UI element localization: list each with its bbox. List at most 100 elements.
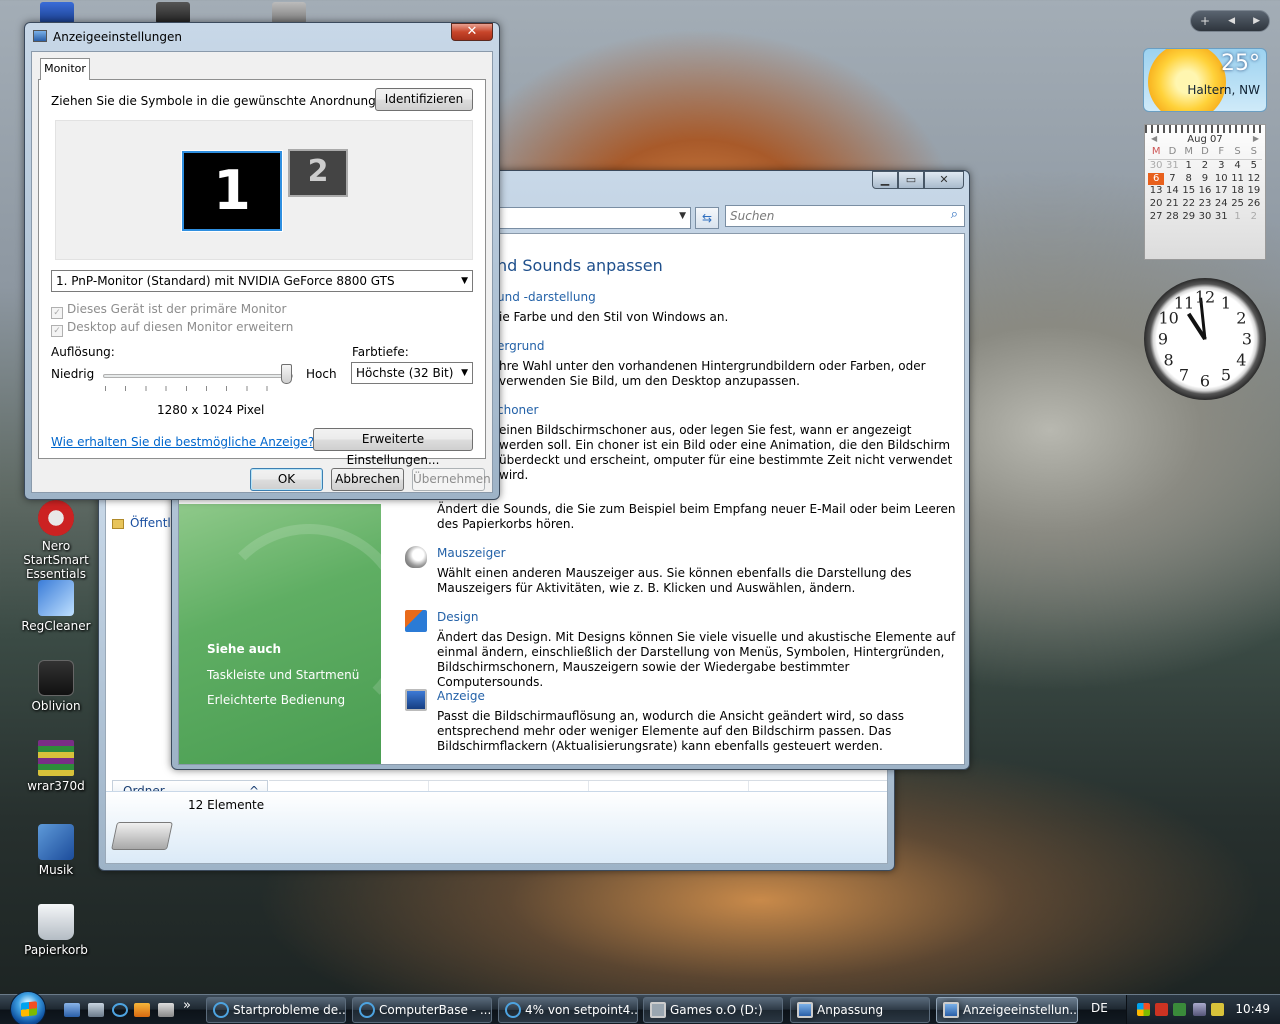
link-background[interactable]: ergrund <box>497 339 544 353</box>
calendar-day[interactable]: 30 <box>1148 160 1164 173</box>
next-gadget-page-button[interactable]: ▶ <box>1253 16 1260 26</box>
monitor-2-icon[interactable]: 2 <box>288 149 348 197</box>
search-input[interactable]: Suchen ⌕ <box>725 205 965 227</box>
calendar-day[interactable]: 3 <box>1213 160 1229 173</box>
link-color-appearance[interactable]: und -darstellung <box>497 290 596 304</box>
desktop-icon-game[interactable] <box>156 2 190 24</box>
taskbar-button[interactable]: Anpassung <box>790 997 930 1023</box>
show-desktop-icon[interactable] <box>64 1003 80 1017</box>
quicklaunch-more-icon[interactable]: » <box>183 998 191 1013</box>
taskbar-button[interactable]: Startprobleme de... <box>206 997 346 1023</box>
calendar-day[interactable]: 9 <box>1197 173 1213 186</box>
calendar-day[interactable]: 18 <box>1229 185 1245 198</box>
calendar-day[interactable]: 1 <box>1229 211 1245 224</box>
calendar-day[interactable]: 17 <box>1213 185 1229 198</box>
calendar-day[interactable]: 25 <box>1229 198 1245 211</box>
resolution-slider-track[interactable] <box>103 374 293 378</box>
calendar-day[interactable]: 26 <box>1246 198 1262 211</box>
desktop-icon-program[interactable] <box>272 2 306 24</box>
tray-network-icon[interactable] <box>1173 1003 1186 1016</box>
calendar-next-button[interactable]: ▶ <box>1253 134 1259 145</box>
desktop-icon-musik[interactable]: Musik <box>10 824 102 877</box>
calendar-gadget[interactable]: ◀ Aug 07 ▶ M D M D F S S 30 31 1 2 3 4 5 6 7 8 9 10 11 12 13 1… <box>1144 124 1266 260</box>
calendar-day[interactable]: 31 <box>1213 211 1229 224</box>
calendar-day[interactable]: 2 <box>1246 211 1262 224</box>
calendar-day[interactable]: 10 <box>1213 173 1229 186</box>
taskbar-button[interactable]: 4% von setpoint4... <box>498 997 638 1023</box>
maximize-button[interactable]: ▭ <box>898 171 924 189</box>
calendar-day[interactable]: 11 <box>1229 173 1245 186</box>
color-depth-select[interactable]: Höchste (32 Bit) ▼ <box>351 362 473 384</box>
calendar-day[interactable]: 16 <box>1197 185 1213 198</box>
link-mouse-pointer[interactable]: Mauszeiger <box>437 546 506 560</box>
address-bar[interactable]: ▼ <box>495 207 691 229</box>
calendar-day[interactable]: 14 <box>1164 185 1180 198</box>
desktop-icon-wrar[interactable]: wrar370d <box>10 740 102 793</box>
calendar-day[interactable]: 19 <box>1246 185 1262 198</box>
link-taskbar-startmenu[interactable]: Taskleiste und Startmenü <box>207 668 359 682</box>
resolution-slider-thumb[interactable] <box>281 364 292 384</box>
calendar-day[interactable]: 2 <box>1197 160 1213 173</box>
refresh-button[interactable]: ⇆ <box>695 207 719 229</box>
calendar-day[interactable]: 5 <box>1246 160 1262 173</box>
add-gadget-button[interactable]: + <box>1200 14 1210 28</box>
dialog-close-button[interactable]: ✕ <box>451 23 493 41</box>
link-ease-of-access[interactable]: Erleichterte Bedienung <box>207 693 345 707</box>
taskbar-clock[interactable]: 10:49 <box>1235 1002 1270 1016</box>
monitor-1-icon[interactable]: 1 <box>181 150 283 232</box>
tray-app-icon[interactable] <box>1137 1003 1150 1016</box>
advanced-settings-button[interactable]: Erweiterte Einstellungen... <box>313 428 473 467</box>
minimize-button[interactable]: ▁ <box>872 171 898 189</box>
calendar-day[interactable]: 27 <box>1148 211 1164 224</box>
calendar-day[interactable]: 7 <box>1164 173 1180 186</box>
calendar-day[interactable]: 23 <box>1197 198 1213 211</box>
calendar-day[interactable]: 28 <box>1164 211 1180 224</box>
apply-button[interactable]: Übernehmen <box>412 468 491 491</box>
tab-monitor[interactable]: Monitor <box>40 58 90 80</box>
ok-button[interactable]: OK <box>250 468 323 491</box>
calendar-day[interactable]: 4 <box>1229 160 1245 173</box>
identify-button[interactable]: Identifizieren <box>375 88 473 111</box>
calendar-day[interactable]: 6 <box>1148 172 1165 186</box>
media-player-icon[interactable] <box>134 1003 150 1017</box>
calendar-day[interactable]: 8 <box>1181 173 1197 186</box>
calendar-day[interactable]: 1 <box>1181 160 1197 173</box>
link-screensaver[interactable]: choner <box>497 403 538 417</box>
desktop-icon-oblivion[interactable]: Oblivion <box>10 660 102 713</box>
calendar-day[interactable]: 20 <box>1148 198 1164 211</box>
drive-quicklaunch-icon[interactable] <box>158 1003 174 1017</box>
taskbar-button[interactable]: ComputerBase - ... <box>352 997 492 1023</box>
calendar-prev-button[interactable]: ◀ <box>1151 134 1157 145</box>
monitor-select[interactable]: 1. PnP-Monitor (Standard) mit NVIDIA GeF… <box>51 270 473 292</box>
link-design[interactable]: Design <box>437 610 478 624</box>
desktop-icon-nero[interactable]: Nero StartSmart Essentials <box>10 500 102 581</box>
calendar-day[interactable]: 15 <box>1181 185 1197 198</box>
tray-security-icon[interactable] <box>1155 1003 1168 1016</box>
calendar-day[interactable]: 30 <box>1197 211 1213 224</box>
calendar-day[interactable]: 29 <box>1181 211 1197 224</box>
start-button[interactable] <box>10 991 46 1024</box>
desktop-icon-computer[interactable] <box>40 2 74 24</box>
calendar-day[interactable]: 31 <box>1164 160 1180 173</box>
close-button[interactable]: ✕ <box>924 171 964 189</box>
display-settings-dialog[interactable]: Anzeigeeinstellungen ✕ Monitor Ziehen Si… <box>24 22 500 500</box>
cancel-button[interactable]: Abbrechen <box>331 468 404 491</box>
switch-windows-icon[interactable] <box>88 1003 104 1017</box>
language-indicator[interactable]: DE <box>1091 1001 1108 1015</box>
tray-volume-icon[interactable] <box>1193 1003 1206 1016</box>
desktop-icon-regcleaner[interactable]: RegCleaner <box>10 580 102 633</box>
calendar-day[interactable]: 13 <box>1148 185 1164 198</box>
weather-gadget[interactable]: 25° Haltern, NW <box>1143 48 1267 112</box>
tray-device-icon[interactable] <box>1211 1003 1224 1016</box>
taskbar-button[interactable]: Anzeigeeinstellun... <box>936 997 1078 1023</box>
link-display[interactable]: Anzeige <box>437 689 485 703</box>
calendar-day[interactable]: 24 <box>1213 198 1229 211</box>
clock-gadget[interactable]: 12 1 2 3 4 5 6 7 8 9 10 11 <box>1144 278 1266 400</box>
taskbar-button[interactable]: Games o.O (D:) <box>643 997 783 1023</box>
calendar-day[interactable]: 12 <box>1246 173 1262 186</box>
desktop-icon-papierkorb[interactable]: Papierkorb <box>10 904 102 957</box>
internet-explorer-icon[interactable] <box>112 1003 128 1017</box>
prev-gadget-page-button[interactable]: ◀ <box>1228 16 1235 26</box>
best-display-help-link[interactable]: Wie erhalten Sie die bestmögliche Anzeig… <box>51 435 314 449</box>
explorer-folder-item[interactable]: Öffentl <box>112 516 171 530</box>
